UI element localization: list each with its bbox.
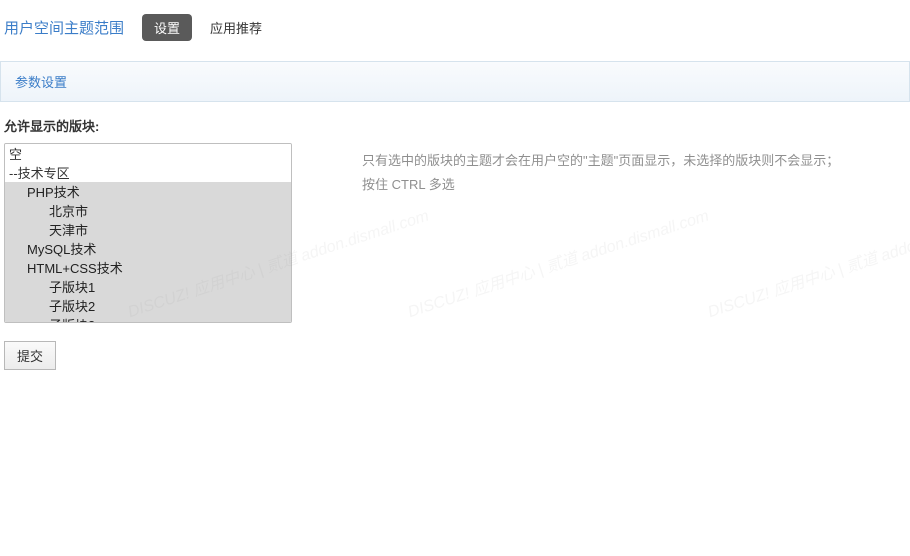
select-option[interactable]: 北京市 — [5, 201, 291, 220]
select-option[interactable]: PHP技术 — [5, 182, 291, 201]
section-title: 参数设置 — [0, 61, 910, 102]
hint-text: 只有选中的版块的主题才会在用户空的"主题"页面显示，未选择的版块则不会显示； 按… — [362, 143, 839, 197]
allowed-forums-select[interactable]: 空--技术专区PHP技术北京市天津市MySQL技术HTML+CSS技术子版块1子… — [4, 143, 292, 323]
select-option[interactable]: HTML+CSS技术 — [5, 258, 291, 277]
select-option[interactable]: 子版块2 — [5, 296, 291, 315]
hint-line-2: 按住 CTRL 多选 — [362, 173, 839, 197]
select-option[interactable]: 空 — [5, 144, 291, 163]
select-option[interactable]: --技术专区 — [5, 163, 291, 182]
hint-line-1: 只有选中的版块的主题才会在用户空的"主题"页面显示，未选择的版块则不会显示； — [362, 149, 839, 173]
page-title: 用户空间主题范围 — [4, 17, 124, 38]
select-option[interactable]: 子版块3 — [5, 315, 291, 323]
select-option[interactable]: 子版块1 — [5, 277, 291, 296]
field-label-allowed-forums: 允许显示的版块: — [0, 102, 910, 143]
tab-settings[interactable]: 设置 — [142, 14, 192, 41]
submit-button[interactable]: 提交 — [4, 341, 56, 370]
select-option[interactable]: MySQL技术 — [5, 239, 291, 258]
select-option[interactable]: 天津市 — [5, 220, 291, 239]
tab-app-recommend[interactable]: 应用推荐 — [210, 18, 262, 37]
